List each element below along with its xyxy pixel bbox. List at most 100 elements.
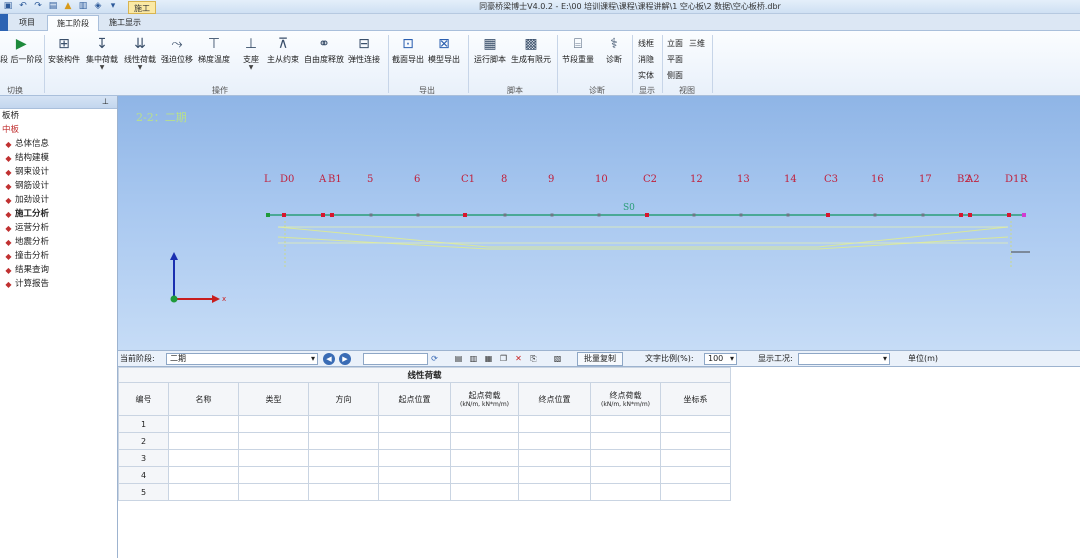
display-case-select[interactable]: ▾ xyxy=(798,353,890,365)
point-load-button[interactable]: ↧ 集中荷载 ▼ xyxy=(86,35,118,71)
model-export-button[interactable]: ⊠ 模型导出 xyxy=(428,35,460,65)
node-marker[interactable] xyxy=(463,213,467,217)
forced-displacement-button[interactable]: ⤳ 强迫位移 xyxy=(161,35,193,65)
table-cell[interactable] xyxy=(518,483,591,501)
table-cell[interactable] xyxy=(660,483,731,501)
tab-project[interactable]: 项目 xyxy=(10,15,44,31)
tree-item[interactable]: ◆ 加劲设计 xyxy=(4,194,49,207)
solid-option[interactable]: 实体 xyxy=(638,70,654,81)
table-cell[interactable] xyxy=(450,449,519,467)
dof-release-button[interactable]: ⚭ 自由度释放 xyxy=(304,35,344,65)
table-cell[interactable] xyxy=(590,466,661,484)
table-cell[interactable] xyxy=(378,483,451,501)
table-cell[interactable] xyxy=(168,432,239,450)
tree-item[interactable]: ◆ 结果查询 xyxy=(4,264,49,277)
table-cell[interactable] xyxy=(308,449,379,467)
column-header-type[interactable]: 类型 xyxy=(238,382,309,416)
append-row-icon[interactable]: ▦ xyxy=(483,354,494,364)
settings-icon[interactable]: ◈ xyxy=(92,1,104,12)
table-cell[interactable] xyxy=(518,449,591,467)
file-menu-button[interactable] xyxy=(0,14,8,31)
pin-icon[interactable]: ⊥ xyxy=(102,97,109,106)
node-marker[interactable] xyxy=(873,213,877,217)
table-cell[interactable] xyxy=(308,432,379,450)
warning-icon[interactable]: ▲ xyxy=(62,1,74,12)
redo-icon[interactable]: ↷ xyxy=(32,1,44,12)
prev-stage-icon[interactable]: ◀ xyxy=(323,353,335,365)
table-cell[interactable] xyxy=(518,466,591,484)
column-header-end-load[interactable]: 终点荷载 (kN/m, kN*m/m) xyxy=(590,382,661,416)
table-cell[interactable] xyxy=(450,466,519,484)
column-header-end-position[interactable]: 终点位置 xyxy=(518,382,591,416)
table-cell[interactable] xyxy=(238,466,309,484)
row-number[interactable]: 2 xyxy=(118,432,169,450)
tree-item[interactable]: 中板 xyxy=(2,124,19,137)
tree-item[interactable]: ◆ 撞击分析 xyxy=(4,250,49,263)
copy-icon[interactable]: ❐ xyxy=(498,354,509,364)
table-cell[interactable] xyxy=(378,432,451,450)
table-cell[interactable] xyxy=(590,432,661,450)
tree-item[interactable]: ◆ 地震分析 xyxy=(4,236,49,249)
tree-item[interactable]: ◆ 钢筋设计 xyxy=(4,180,49,193)
section-export-button[interactable]: ⊡ 截面导出 xyxy=(392,35,424,65)
run-script-button[interactable]: ▦ 运行脚本 xyxy=(474,35,506,65)
delete-icon[interactable]: ✕ xyxy=(513,354,524,364)
undo-icon[interactable]: ↶ xyxy=(17,1,29,12)
open-icon[interactable]: ▥ xyxy=(77,1,89,12)
node-marker[interactable] xyxy=(786,213,790,217)
tree-item[interactable]: ◆ 结构建模 xyxy=(4,152,49,165)
tree-item[interactable]: ◆ 总体信息 xyxy=(4,138,49,151)
table-row[interactable]: 4 xyxy=(118,466,731,484)
next-stage-icon[interactable]: ▶ xyxy=(339,353,351,365)
text-scale-select[interactable]: 100 ▾ xyxy=(704,353,737,365)
table-cell[interactable] xyxy=(518,432,591,450)
dropdown-icon[interactable]: ▾ xyxy=(107,1,119,12)
paste-icon[interactable]: ⎘ xyxy=(528,354,539,364)
next-stage-button[interactable]: ▶ 段 后一阶段 xyxy=(0,35,43,65)
elastic-link-button[interactable]: ⊟ 弹性连接 xyxy=(348,35,380,65)
node-marker[interactable] xyxy=(968,213,972,217)
tree-item[interactable]: ◆ 运营分析 xyxy=(4,222,49,235)
master-slave-button[interactable]: ⊼ 主从约束 xyxy=(267,35,299,65)
tree-item[interactable]: ◆ 施工分析 xyxy=(4,208,49,221)
table-cell[interactable] xyxy=(660,449,731,467)
node-marker[interactable] xyxy=(503,213,507,217)
table-cell[interactable] xyxy=(660,415,731,433)
node-marker[interactable] xyxy=(266,213,270,217)
node-marker[interactable] xyxy=(597,213,601,217)
row-number[interactable]: 3 xyxy=(118,449,169,467)
tab-construction-stage[interactable]: 施工阶段 xyxy=(47,15,99,31)
node-marker[interactable] xyxy=(959,213,963,217)
support-button[interactable]: ⊥ 支座 ▼ xyxy=(241,35,261,71)
table-cell[interactable] xyxy=(590,415,661,433)
node-marker[interactable] xyxy=(416,213,420,217)
node-marker[interactable] xyxy=(550,213,554,217)
column-header-start-position[interactable]: 起点位置 xyxy=(378,382,451,416)
table-cell[interactable] xyxy=(450,483,519,501)
table-row[interactable]: 3 xyxy=(118,449,731,467)
model-viewport[interactable]: 2-2：二期 S0 x L D0 A B1 5 6 C1 8 9 10 C2 12 13 14 C3 16 17… xyxy=(118,96,1080,350)
tab-construction-display[interactable]: 施工显示 xyxy=(100,15,150,31)
hidden-line-option[interactable]: 消隐 xyxy=(638,54,654,65)
segment-weight-button[interactable]: ⌸ 节段重量 xyxy=(562,35,594,65)
table-cell[interactable] xyxy=(308,483,379,501)
node-marker[interactable] xyxy=(330,213,334,217)
table-cell[interactable] xyxy=(660,466,731,484)
table-icon[interactable]: ▤ xyxy=(453,354,464,364)
table-cell[interactable] xyxy=(590,483,661,501)
column-header-coordinate-system[interactable]: 坐标系 xyxy=(660,382,731,416)
save-icon[interactable]: ▤ xyxy=(47,1,59,12)
insert-row-icon[interactable]: ▥ xyxy=(468,354,479,364)
stage-search-input[interactable] xyxy=(363,353,428,365)
table-cell[interactable] xyxy=(378,449,451,467)
node-marker[interactable] xyxy=(645,213,649,217)
table-cell[interactable] xyxy=(308,466,379,484)
node-marker[interactable] xyxy=(321,213,325,217)
table-row[interactable]: 5 xyxy=(118,483,731,501)
stage-select[interactable]: 二期 ▾ xyxy=(166,353,318,365)
node-marker[interactable] xyxy=(369,213,373,217)
table-cell[interactable] xyxy=(168,483,239,501)
table-cell[interactable] xyxy=(238,449,309,467)
tree-item[interactable]: 板桥 xyxy=(2,110,19,123)
node-marker[interactable] xyxy=(826,213,830,217)
